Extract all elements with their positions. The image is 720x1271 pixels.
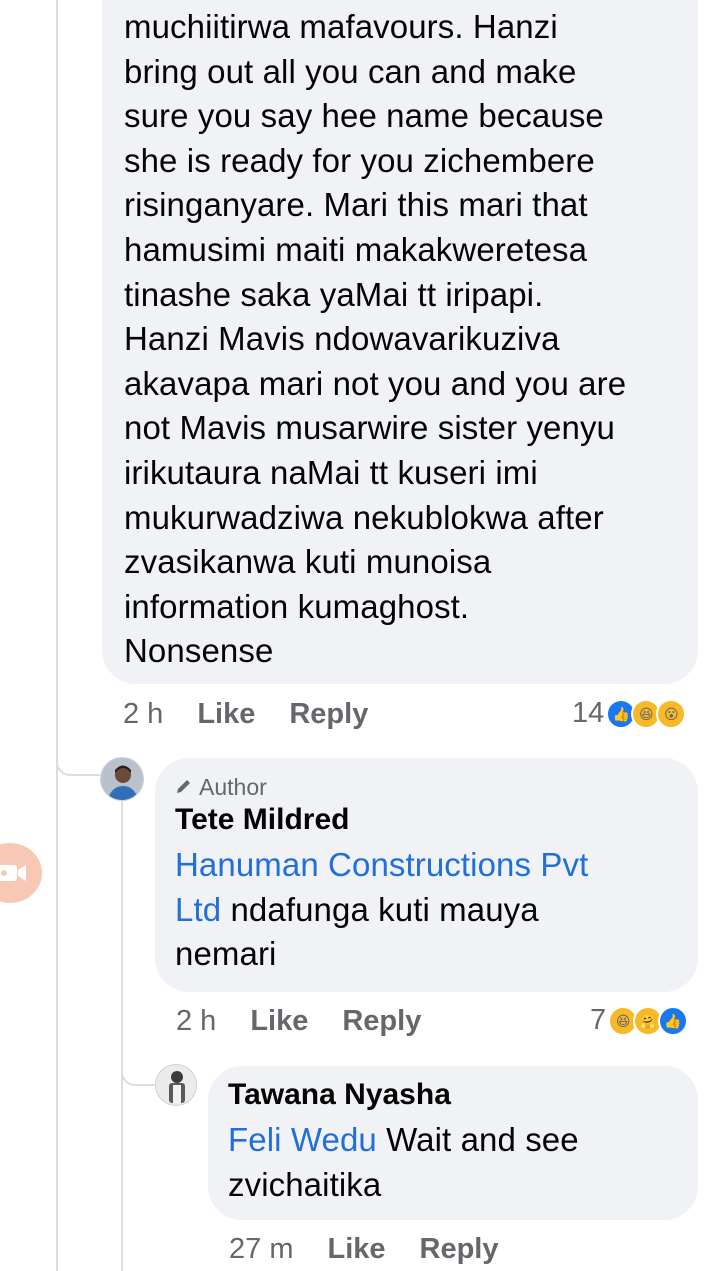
reply-timestamp[interactable]: 27 m (229, 1233, 293, 1266)
avatar[interactable] (155, 1064, 197, 1106)
avatar[interactable] (100, 757, 144, 801)
mention-link[interactable]: Feli Wedu (228, 1121, 377, 1158)
comment-timestamp[interactable]: 2 h (123, 698, 163, 731)
reaction-summary[interactable]: 7 😆 🤗 👍 (590, 1004, 689, 1037)
like-button[interactable]: Like (197, 698, 255, 731)
reply-bubble: Tawana Nyasha Feli Wedu Wait and see zvi… (208, 1066, 698, 1220)
reaction-icons: 😆 🤗 👍 (608, 1005, 689, 1036)
reaction-icons: 👍 😆 😮 (606, 698, 687, 729)
commenter-name[interactable]: Tawana Nyasha (228, 1078, 678, 1112)
thread-connector (56, 700, 100, 776)
comment-actions: 2 h Like Reply (123, 698, 402, 731)
like-button[interactable]: Like (327, 1233, 385, 1266)
reply-bubble: Author Tete Mildred Hanuman Construction… (155, 758, 698, 992)
reply-actions: 2 h Like Reply (176, 1005, 455, 1038)
reply-text: ndafunga kuti mauya nemari (175, 890, 539, 973)
video-call-button[interactable] (0, 843, 42, 903)
reply-button[interactable]: Reply (342, 1005, 421, 1038)
like-icon: 👍 (658, 1005, 689, 1036)
video-camera-icon (0, 865, 26, 881)
like-button[interactable]: Like (250, 1005, 308, 1038)
profile-photo (101, 758, 143, 800)
reaction-summary[interactable]: 14 👍 😆 😮 (572, 697, 687, 730)
thread-connector (121, 1020, 155, 1086)
reply-timestamp[interactable]: 2 h (176, 1005, 216, 1038)
reaction-count: 14 (572, 697, 605, 729)
author-badge-label: Author (199, 774, 267, 800)
reply-button[interactable]: Reply (289, 698, 368, 731)
comment-text: muchiitirwa mafavours. Hanzi bring out a… (124, 8, 627, 670)
reply-button[interactable]: Reply (420, 1233, 499, 1266)
wow-icon: 😮 (656, 698, 687, 729)
reaction-count: 7 (590, 1004, 607, 1036)
reply-actions: 27 m Like Reply (229, 1233, 533, 1266)
author-badge: Author (175, 774, 678, 801)
pencil-icon (175, 774, 193, 801)
commenter-name[interactable]: Tete Mildred (175, 803, 678, 837)
thread-line (56, 0, 58, 1271)
comment-thread: muchiitirwa mafavours. Hanzi bring out a… (0, 0, 720, 1271)
profile-photo (156, 1065, 196, 1105)
comment-bubble: muchiitirwa mafavours. Hanzi bring out a… (102, 0, 698, 684)
